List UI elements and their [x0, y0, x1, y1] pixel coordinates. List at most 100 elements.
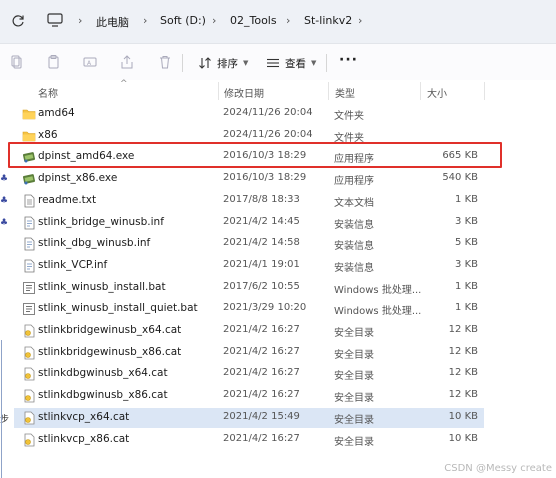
delete-icon[interactable]	[157, 54, 173, 70]
column-size[interactable]: 大小	[427, 85, 447, 100]
file-name: stlink_bridge_winusb.inf	[38, 216, 164, 228]
cat-file-icon	[22, 324, 36, 338]
column-divider[interactable]	[420, 82, 421, 100]
cat-file-icon	[22, 346, 36, 360]
file-row[interactable]: readme.txt 2017/8/8 18:33 文本文档 1 KB	[14, 191, 484, 211]
cut-icon[interactable]	[8, 54, 24, 70]
file-name: stlinkvcp_x64.cat	[38, 411, 130, 423]
file-date: 2021/4/1 19:01	[223, 259, 300, 270]
file-row[interactable]: amd64 2024/11/26 20:04 文件夹	[14, 104, 484, 124]
view-button[interactable]: 查看 ▼	[266, 54, 316, 72]
file-name: stlinkbridgewinusb_x64.cat	[38, 324, 182, 336]
sort-button[interactable]: 排序 ▼	[198, 54, 248, 72]
file-row[interactable]: stlinkdbgwinusb_x86.cat 2021/4/2 16:27 安全目…	[14, 386, 484, 406]
inf-file-icon	[22, 259, 36, 273]
file-row[interactable]: stlinkvcp_x64.cat 2021/4/2 15:49 安全目录 10 KB	[14, 408, 484, 428]
command-bar: A 排序 ▼ 查看 ▼ ···	[0, 44, 556, 80]
file-size: 12 KB	[448, 346, 478, 357]
refresh-icon[interactable]	[10, 13, 26, 29]
breadcrumb-tools[interactable]: 02_Tools	[230, 14, 277, 27]
highlight-annotation	[8, 142, 502, 168]
file-date: 2021/3/29 10:20	[223, 302, 307, 313]
file-row[interactable]: dpinst_x86.exe 2016/10/3 18:29 应用程序 540 KB	[14, 169, 484, 189]
file-type: 安装信息	[334, 241, 374, 252]
file-type: 安全目录	[334, 371, 374, 382]
file-row[interactable]: stlink_bridge_winusb.inf 2021/4/2 14:45 安装…	[14, 213, 484, 233]
breadcrumb-separator[interactable]: ›	[143, 14, 153, 28]
file-date: 2017/8/8 18:33	[223, 194, 300, 205]
file-date: 2021/4/2 15:49	[223, 411, 300, 422]
copy-icon[interactable]	[46, 54, 62, 70]
file-type: 安全目录	[334, 393, 374, 404]
file-name: stlinkvcp_x86.cat	[38, 433, 130, 445]
file-type: 文件夹	[334, 111, 364, 122]
column-name[interactable]: 名称	[38, 85, 58, 100]
file-name: stlink_dbg_winusb.inf	[38, 237, 151, 249]
file-size: 5 KB	[455, 237, 478, 248]
breadcrumb-separator[interactable]: ›	[286, 14, 296, 28]
folder-icon	[22, 129, 36, 143]
file-row[interactable]: stlinkvcp_x86.cat 2021/4/2 16:27 安全目录 10 KB	[14, 430, 484, 450]
file-name: stlink_VCP.inf	[38, 259, 108, 271]
file-name: stlink_winusb_install.bat	[38, 281, 166, 293]
toolbar-divider	[326, 54, 327, 72]
rename-icon[interactable]: A	[82, 54, 98, 70]
file-size: 1 KB	[455, 281, 478, 292]
breadcrumb-separator[interactable]: ›	[212, 14, 222, 28]
file-name: stlinkdbgwinusb_x86.cat	[38, 389, 168, 401]
watermark: CSDN @Messy create	[444, 463, 552, 474]
address-bar: › 此电脑 › Soft (D:) › 02_Tools › St-linkv2…	[0, 0, 556, 44]
view-icon	[267, 58, 279, 68]
cat-file-icon	[22, 411, 36, 425]
sort-icon	[199, 57, 211, 69]
file-name: stlinkbridgewinusb_x86.cat	[38, 346, 182, 358]
file-date: 2024/11/26 20:04	[223, 129, 313, 140]
sort-ascending-icon: ^	[120, 79, 128, 89]
file-date: 2017/6/2 10:55	[223, 281, 300, 292]
column-divider[interactable]	[218, 82, 219, 100]
file-size: 540 KB	[442, 172, 478, 183]
breadcrumb-separator[interactable]: ›	[358, 14, 368, 28]
file-row[interactable]: stlinkbridgewinusb_x64.cat 2021/4/2 16:27…	[14, 321, 484, 341]
file-size: 3 KB	[455, 259, 478, 270]
more-options-button[interactable]: ···	[339, 52, 358, 68]
file-name: stlink_winusb_install_quiet.bat	[38, 302, 198, 314]
cat-file-icon	[22, 367, 36, 381]
column-header: ^ 名称 修改日期 类型 大小	[0, 79, 556, 102]
folder-icon	[22, 107, 36, 121]
file-date: 2021/4/2 14:58	[223, 237, 300, 248]
file-size: 10 KB	[448, 433, 478, 444]
breadcrumb-this-pc[interactable]: 此电脑	[96, 14, 129, 30]
column-divider[interactable]	[328, 82, 329, 100]
file-row[interactable]: stlink_VCP.inf 2021/4/1 19:01 安装信息 3 KB	[14, 256, 484, 276]
view-label: 查看	[285, 57, 306, 70]
monitor-icon	[47, 13, 63, 27]
breadcrumb-separator[interactable]: ›	[78, 14, 88, 28]
file-type: 安全目录	[334, 328, 374, 339]
breadcrumb-drive[interactable]: Soft (D:)	[160, 14, 206, 27]
column-divider[interactable]	[484, 82, 485, 100]
file-size: 12 KB	[448, 367, 478, 378]
cat-file-icon	[22, 433, 36, 447]
column-type[interactable]: 类型	[335, 85, 355, 100]
file-size: 1 KB	[455, 302, 478, 313]
file-row[interactable]: stlinkbridgewinusb_x86.cat 2021/4/2 16:27…	[14, 343, 484, 363]
file-row[interactable]: stlinkdbgwinusb_x64.cat 2021/4/2 16:27 安全目…	[14, 364, 484, 384]
file-size: 3 KB	[455, 216, 478, 227]
exe-icon	[22, 172, 36, 186]
file-size: 12 KB	[448, 389, 478, 400]
sort-label: 排序	[217, 57, 238, 70]
file-row[interactable]: stlink_winusb_install_quiet.bat 2021/3/29…	[14, 299, 484, 319]
file-date: 2021/4/2 16:27	[223, 433, 300, 444]
bat-file-icon	[22, 281, 36, 295]
file-type: 文本文档	[334, 198, 374, 209]
window-edge	[1, 340, 2, 478]
file-name: x86	[38, 129, 58, 141]
share-icon[interactable]	[119, 54, 135, 70]
file-type: 安装信息	[334, 263, 374, 274]
breadcrumb-stlinkv2[interactable]: St-linkv2	[304, 14, 352, 27]
file-row[interactable]: stlink_winusb_install.bat 2017/6/2 10:55 W…	[14, 278, 484, 298]
file-name: amd64	[38, 107, 75, 119]
column-date[interactable]: 修改日期	[224, 85, 264, 100]
file-row[interactable]: stlink_dbg_winusb.inf 2021/4/2 14:58 安装信息 5…	[14, 234, 484, 254]
